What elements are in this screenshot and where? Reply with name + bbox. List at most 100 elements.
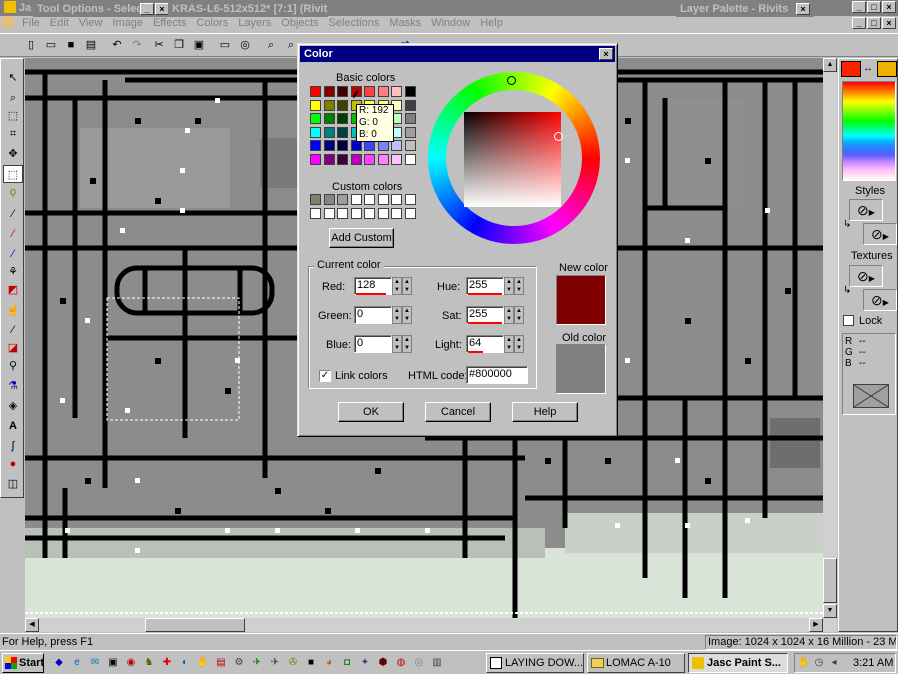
basic-color-swatch[interactable] <box>310 99 321 111</box>
app-icon-p[interactable]: ◎ <box>412 656 426 670</box>
red-dropdown[interactable]: ▲ ▼ <box>402 277 412 295</box>
dropper-tool-icon[interactable]: ⁄ <box>3 225 23 243</box>
sat-light-marker[interactable] <box>554 132 563 141</box>
background-color-swatch[interactable] <box>877 61 897 77</box>
custom-color-swatch[interactable] <box>391 194 402 205</box>
hue-spinner[interactable]: ▲ ▼ <box>504 277 514 295</box>
add-custom-button[interactable]: Add Custom <box>329 228 394 248</box>
green-spinner[interactable]: ▲ ▼ <box>392 306 402 324</box>
tray-time[interactable]: 3:21 AM <box>853 657 893 669</box>
basic-color-swatch[interactable] <box>337 126 348 138</box>
basic-color-swatch[interactable] <box>404 153 416 165</box>
lock-checkbox[interactable] <box>843 315 854 326</box>
menu-masks[interactable]: Masks <box>384 16 426 31</box>
saturation-lightness-box[interactable] <box>464 112 561 207</box>
horizontal-scroll-thumb[interactable] <box>145 618 245 632</box>
sat-dropdown[interactable]: ▲ ▼ <box>514 306 524 324</box>
scroll-up-arrow-icon[interactable]: ▲ <box>823 58 837 72</box>
app-icon-g[interactable]: ✈ <box>250 656 264 670</box>
html-code-input[interactable]: #800000 <box>466 366 528 384</box>
basic-color-swatch[interactable] <box>310 140 321 151</box>
light-spinner[interactable]: ▲ ▼ <box>504 335 514 353</box>
start-button[interactable]: Start <box>2 653 44 673</box>
cancel-button[interactable]: Cancel <box>425 402 491 422</box>
app-icon-h[interactable]: ✈ <box>268 656 282 670</box>
scratch-remover-icon[interactable]: ⁄ <box>3 321 23 339</box>
vector-object-selection-icon[interactable]: ◫ <box>3 475 23 493</box>
horizontal-scrollbar[interactable]: ◀ ▶ <box>25 618 837 632</box>
basic-color-swatch[interactable] <box>323 113 335 124</box>
basic-color-swatch[interactable] <box>377 153 389 165</box>
menu-window[interactable]: Window <box>426 16 475 31</box>
color-dialog-close-button[interactable]: × <box>599 48 613 60</box>
scroll-right-arrow-icon[interactable]: ▶ <box>809 618 823 632</box>
picture-tube-icon[interactable]: ⚲ <box>3 357 23 375</box>
menu-effects[interactable]: Effects <box>148 16 191 31</box>
sat-spinner[interactable]: ▲ ▼ <box>504 306 514 324</box>
swap-styles-icon[interactable]: ↳ <box>843 219 851 230</box>
zoom-icon[interactable]: ⌕ <box>262 36 280 54</box>
menu-layers[interactable]: Layers <box>233 16 276 31</box>
app-icon-l[interactable]: ◘ <box>340 656 354 670</box>
full-screen-icon[interactable]: ▭ <box>216 36 234 54</box>
old-color-swatch[interactable] <box>556 344 606 394</box>
doc-restore-button[interactable]: □ <box>867 17 881 29</box>
custom-color-swatch[interactable] <box>364 207 375 219</box>
basic-color-swatch[interactable] <box>337 153 348 165</box>
menu-colors[interactable]: Colors <box>191 16 233 31</box>
hue-dropdown[interactable]: ▲ ▼ <box>514 277 524 295</box>
selection-tool-icon[interactable]: ⬚ <box>3 165 23 183</box>
text-tool-icon[interactable]: A <box>3 417 23 435</box>
app-icon-m[interactable]: ✦ <box>358 656 372 670</box>
green-dropdown[interactable]: ▲ ▼ <box>402 306 412 324</box>
freehand-tool-icon[interactable]: ϙ <box>3 183 23 201</box>
arrow-tool-icon[interactable]: ↖ <box>3 69 23 87</box>
custom-color-swatch[interactable] <box>391 207 402 219</box>
basic-color-swatch[interactable] <box>337 140 348 151</box>
airbrush-icon[interactable]: ⚗ <box>3 377 23 395</box>
task-jasc-paint-shop[interactable]: Jasc Paint S... <box>688 653 788 673</box>
tray-volume-icon[interactable]: ◂ <box>827 656 841 670</box>
app-minimize-button[interactable]: _ <box>852 1 866 13</box>
menu-edit[interactable]: Edit <box>45 16 74 31</box>
retouch-tool-icon[interactable]: ☝ <box>3 301 23 319</box>
app-close-button[interactable]: × <box>882 1 896 13</box>
hue-marker[interactable] <box>507 76 516 85</box>
app-icon-d[interactable]: ✋ <box>196 656 210 670</box>
app-icon-e[interactable]: ▤ <box>214 656 228 670</box>
basic-color-swatch[interactable] <box>350 153 362 165</box>
basic-color-swatch[interactable] <box>323 126 335 138</box>
layer-palette-title-bar[interactable]: Layer Palette - Rivits <box>676 1 814 17</box>
basic-color-swatch[interactable] <box>310 153 321 165</box>
custom-color-swatch[interactable] <box>337 194 348 205</box>
basic-color-swatch[interactable] <box>310 126 321 138</box>
app-icon-f[interactable]: ⚙ <box>232 656 246 670</box>
foreground-color-swatch[interactable] <box>841 61 861 77</box>
paintbrush-tool-icon[interactable]: ⁄ <box>3 245 23 263</box>
background-style-button[interactable]: ⊘▶ <box>863 223 897 245</box>
app-icon-q[interactable]: ▥ <box>430 656 444 670</box>
red-spinner[interactable]: ▲ ▼ <box>392 277 402 295</box>
basic-color-swatch[interactable] <box>323 140 335 151</box>
tool-options-minimize-button[interactable]: _ <box>140 3 154 15</box>
vertical-scrollbar[interactable]: ▲ ▼ <box>823 58 837 618</box>
app-icon-b[interactable]: ✚ <box>160 656 174 670</box>
basic-color-swatch[interactable] <box>404 99 416 111</box>
redo-icon[interactable]: ↷ <box>128 36 146 54</box>
doc-minimize-button[interactable]: _ <box>852 17 866 29</box>
custom-color-swatch[interactable] <box>350 194 362 205</box>
custom-color-swatch[interactable] <box>404 194 416 205</box>
basic-color-swatch[interactable] <box>404 86 416 97</box>
paste-icon[interactable]: ▣ <box>190 36 208 54</box>
link-colors-checkbox[interactable]: ✓ <box>319 370 331 382</box>
basic-color-swatch[interactable] <box>364 86 375 97</box>
vertical-scroll-thumb[interactable] <box>823 558 837 603</box>
menu-view[interactable]: View <box>74 16 108 31</box>
desktop-icon[interactable]: ◆ <box>52 656 66 670</box>
custom-color-swatch[interactable] <box>323 207 335 219</box>
tool-options-close-button[interactable]: × <box>155 3 169 15</box>
basic-color-swatch[interactable] <box>364 153 375 165</box>
swap-textures-icon[interactable]: ↳ <box>843 285 851 296</box>
deform-tool-icon[interactable]: ⬚ <box>3 107 23 125</box>
tray-hand-icon[interactable]: ✋ <box>797 656 811 670</box>
